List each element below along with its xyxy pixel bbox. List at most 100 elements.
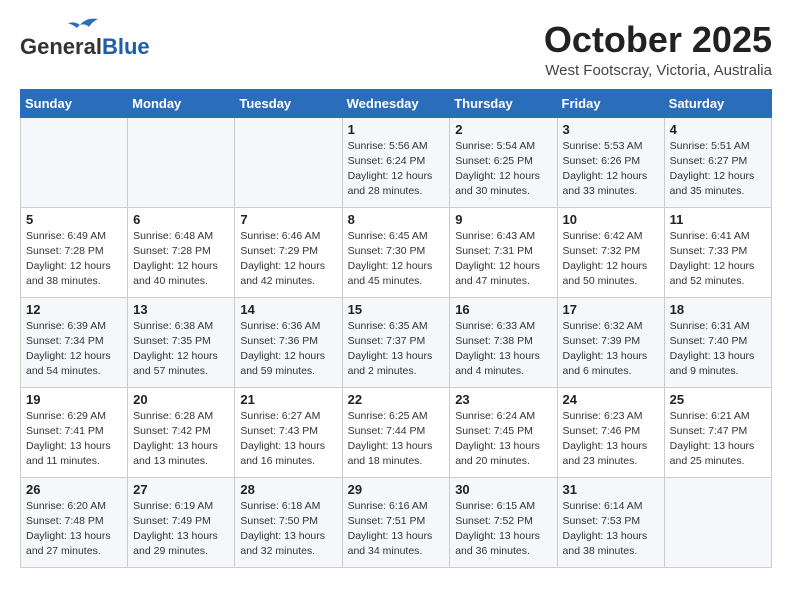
calendar-cell: 17 Sunrise: 6:32 AM Sunset: 7:39 PM Dayli… — [557, 297, 664, 387]
calendar-cell: 31Sunrise: 6:14 AM Sunset: 7:53 PM Dayli… — [557, 477, 664, 567]
day-number: 19 — [26, 392, 122, 407]
calendar-cell: 6 Sunrise: 6:48 AM Sunset: 7:28 PM Daylig… — [128, 207, 235, 297]
calendar-cell: 11Sunrise: 6:41 AM Sunset: 7:33 PM Dayli… — [664, 207, 771, 297]
day-number: 3 — [563, 122, 659, 137]
day-number: 10 — [563, 212, 659, 227]
weekday-header-monday: Monday — [128, 89, 235, 117]
day-number: 26 — [26, 482, 122, 497]
day-number: 22 — [348, 392, 445, 407]
day-info: Sunrise: 6:35 AM Sunset: 7:37 PM Dayligh… — [348, 319, 445, 380]
day-info: Sunrise: 6:41 AM Sunset: 7:33 PM Dayligh… — [670, 229, 766, 290]
calendar-cell: 29 Sunrise: 6:16 AM Sunset: 7:51 PM Dayli… — [342, 477, 450, 567]
weekday-header-thursday: Thursday — [450, 89, 557, 117]
day-info: Sunrise: 6:43 AM Sunset: 7:31 PM Dayligh… — [455, 229, 551, 290]
day-info: Sunrise: 5:51 AM Sunset: 6:27 PM Dayligh… — [670, 139, 766, 200]
day-info: Sunrise: 5:54 AM Sunset: 6:25 PM Dayligh… — [455, 139, 551, 200]
day-number: 25 — [670, 392, 766, 407]
calendar-cell: 25 Sunrise: 6:21 AM Sunset: 7:47 PM Dayli… — [664, 387, 771, 477]
day-number: 21 — [240, 392, 336, 407]
week-row-5: 26Sunrise: 6:20 AM Sunset: 7:48 PM Dayli… — [21, 477, 772, 567]
day-info: Sunrise: 6:32 AM Sunset: 7:39 PM Dayligh… — [563, 319, 659, 380]
day-number: 28 — [240, 482, 336, 497]
calendar-cell: 7 Sunrise: 6:46 AM Sunset: 7:29 PM Daylig… — [235, 207, 342, 297]
calendar-cell: 27 Sunrise: 6:19 AM Sunset: 7:49 PM Dayli… — [128, 477, 235, 567]
weekday-header-row: SundayMondayTuesdayWednesdayThursdayFrid… — [21, 89, 772, 117]
calendar-cell: 3 Sunrise: 5:53 AM Sunset: 6:26 PM Daylig… — [557, 117, 664, 207]
calendar-cell: 21 Sunrise: 6:27 AM Sunset: 7:43 PM Dayli… — [235, 387, 342, 477]
month-title: October 2025 — [544, 20, 772, 60]
calendar-cell: 30Sunrise: 6:15 AM Sunset: 7:52 PM Dayli… — [450, 477, 557, 567]
week-row-2: 5 Sunrise: 6:49 AM Sunset: 7:28 PM Daylig… — [21, 207, 772, 297]
day-number: 29 — [348, 482, 445, 497]
calendar-cell: 10 Sunrise: 6:42 AM Sunset: 7:32 PM Dayli… — [557, 207, 664, 297]
week-row-1: 1Sunrise: 5:56 AM Sunset: 6:24 PM Daylig… — [21, 117, 772, 207]
day-info: Sunrise: 6:45 AM Sunset: 7:30 PM Dayligh… — [348, 229, 445, 290]
calendar-cell: 2Sunrise: 5:54 AM Sunset: 6:25 PM Daylig… — [450, 117, 557, 207]
logo-text: GeneralBlue — [20, 34, 150, 60]
day-info: Sunrise: 6:27 AM Sunset: 7:43 PM Dayligh… — [240, 409, 336, 470]
day-number: 12 — [26, 302, 122, 317]
day-info: Sunrise: 5:53 AM Sunset: 6:26 PM Dayligh… — [563, 139, 659, 200]
day-info: Sunrise: 6:46 AM Sunset: 7:29 PM Dayligh… — [240, 229, 336, 290]
weekday-header-friday: Friday — [557, 89, 664, 117]
calendar-cell: 15 Sunrise: 6:35 AM Sunset: 7:37 PM Dayli… — [342, 297, 450, 387]
day-info: Sunrise: 6:36 AM Sunset: 7:36 PM Dayligh… — [240, 319, 336, 380]
calendar-cell — [128, 117, 235, 207]
calendar-cell — [664, 477, 771, 567]
calendar-cell: 13Sunrise: 6:38 AM Sunset: 7:35 PM Dayli… — [128, 297, 235, 387]
week-row-4: 19 Sunrise: 6:29 AM Sunset: 7:41 PM Dayli… — [21, 387, 772, 477]
weekday-header-wednesday: Wednesday — [342, 89, 450, 117]
weekday-header-saturday: Saturday — [664, 89, 771, 117]
calendar-cell: 23Sunrise: 6:24 AM Sunset: 7:45 PM Dayli… — [450, 387, 557, 477]
page-header: GeneralBlue October 2025 West Footscray,… — [20, 20, 772, 79]
day-info: Sunrise: 6:19 AM Sunset: 7:49 PM Dayligh… — [133, 499, 229, 560]
day-info: Sunrise: 6:25 AM Sunset: 7:44 PM Dayligh… — [348, 409, 445, 470]
calendar-cell: 19 Sunrise: 6:29 AM Sunset: 7:41 PM Dayli… — [21, 387, 128, 477]
day-number: 8 — [348, 212, 445, 227]
day-info: Sunrise: 6:16 AM Sunset: 7:51 PM Dayligh… — [348, 499, 445, 560]
calendar-cell — [21, 117, 128, 207]
week-row-3: 12 Sunrise: 6:39 AM Sunset: 7:34 PM Dayli… — [21, 297, 772, 387]
day-info: Sunrise: 6:42 AM Sunset: 7:32 PM Dayligh… — [563, 229, 659, 290]
calendar-cell: 4Sunrise: 5:51 AM Sunset: 6:27 PM Daylig… — [664, 117, 771, 207]
day-number: 31 — [563, 482, 659, 497]
day-info: Sunrise: 6:18 AM Sunset: 7:50 PM Dayligh… — [240, 499, 336, 560]
calendar-cell: 8 Sunrise: 6:45 AM Sunset: 7:30 PM Daylig… — [342, 207, 450, 297]
day-number: 15 — [348, 302, 445, 317]
day-number: 1 — [348, 122, 445, 137]
location-subtitle: West Footscray, Victoria, Australia — [544, 62, 772, 79]
day-info: Sunrise: 6:48 AM Sunset: 7:28 PM Dayligh… — [133, 229, 229, 290]
weekday-header-tuesday: Tuesday — [235, 89, 342, 117]
day-number: 13 — [133, 302, 229, 317]
calendar-cell: 22 Sunrise: 6:25 AM Sunset: 7:44 PM Dayli… — [342, 387, 450, 477]
day-number: 20 — [133, 392, 229, 407]
day-info: Sunrise: 6:24 AM Sunset: 7:45 PM Dayligh… — [455, 409, 551, 470]
day-info: Sunrise: 6:21 AM Sunset: 7:47 PM Dayligh… — [670, 409, 766, 470]
calendar-cell: 1Sunrise: 5:56 AM Sunset: 6:24 PM Daylig… — [342, 117, 450, 207]
day-number: 24 — [563, 392, 659, 407]
day-number: 16 — [455, 302, 551, 317]
day-info: Sunrise: 6:33 AM Sunset: 7:38 PM Dayligh… — [455, 319, 551, 380]
calendar-cell: 9 Sunrise: 6:43 AM Sunset: 7:31 PM Daylig… — [450, 207, 557, 297]
day-number: 27 — [133, 482, 229, 497]
day-number: 9 — [455, 212, 551, 227]
calendar-cell: 18Sunrise: 6:31 AM Sunset: 7:40 PM Dayli… — [664, 297, 771, 387]
day-info: Sunrise: 6:31 AM Sunset: 7:40 PM Dayligh… — [670, 319, 766, 380]
day-number: 5 — [26, 212, 122, 227]
title-block: October 2025 West Footscray, Victoria, A… — [544, 20, 772, 79]
calendar-cell: 28 Sunrise: 6:18 AM Sunset: 7:50 PM Dayli… — [235, 477, 342, 567]
day-info: Sunrise: 6:28 AM Sunset: 7:42 PM Dayligh… — [133, 409, 229, 470]
logo: GeneralBlue — [20, 20, 150, 60]
day-info: Sunrise: 6:49 AM Sunset: 7:28 PM Dayligh… — [26, 229, 122, 290]
calendar-cell: 24Sunrise: 6:23 AM Sunset: 7:46 PM Dayli… — [557, 387, 664, 477]
day-info: Sunrise: 6:39 AM Sunset: 7:34 PM Dayligh… — [26, 319, 122, 380]
calendar-cell: 14 Sunrise: 6:36 AM Sunset: 7:36 PM Dayli… — [235, 297, 342, 387]
calendar-cell: 20 Sunrise: 6:28 AM Sunset: 7:42 PM Dayli… — [128, 387, 235, 477]
weekday-header-sunday: Sunday — [21, 89, 128, 117]
day-number: 30 — [455, 482, 551, 497]
day-number: 7 — [240, 212, 336, 227]
day-number: 14 — [240, 302, 336, 317]
day-number: 17 — [563, 302, 659, 317]
day-number: 6 — [133, 212, 229, 227]
day-info: Sunrise: 6:29 AM Sunset: 7:41 PM Dayligh… — [26, 409, 122, 470]
